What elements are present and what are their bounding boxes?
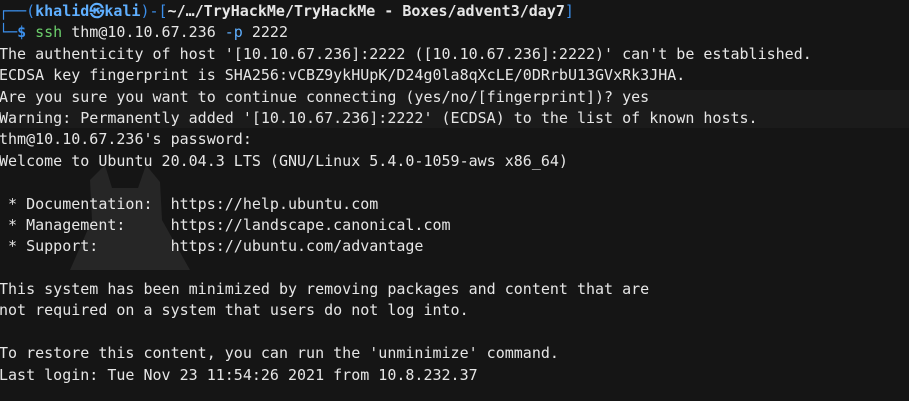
output-line: Are you sure you want to continue connec… [0, 87, 650, 106]
output-line: * Management: https://landscape.canonica… [0, 215, 451, 234]
command-port: 2222 [242, 23, 288, 42]
prompt-path: ~/…/TryHackMe/TryHackMe - Boxes/advent3/… [167, 2, 565, 20]
command-line[interactable]: └─$ ssh thm@10.10.67.236 -p 2222 [0, 22, 909, 43]
output-line: Welcome to Ubuntu 20.04.3 LTS (GNU/Linux… [0, 151, 568, 170]
prompt-user: khalid [35, 2, 90, 20]
prompt-corner-bottom: └─ [0, 23, 18, 42]
prompt-bracket-open: )-[ [140, 2, 168, 20]
output-line: To restore this content, you can run the… [0, 344, 559, 363]
output-line: * Support: https://ubuntu.com/advantage [0, 237, 424, 256]
command-flag: -p [224, 23, 243, 42]
output-line: This system has been minimized by removi… [0, 280, 650, 299]
output-line: Last login: Tue Nov 23 11:54:26 2021 fro… [0, 365, 478, 384]
prompt-host: kali [104, 2, 141, 20]
output-line: * Documentation: https://help.ubuntu.com [0, 194, 379, 213]
prompt-bracket-close: ] [564, 2, 574, 20]
prompt-at-icon: ㉿ [89, 2, 105, 20]
output-line: Warning: Permanently added '[10.10.67.23… [0, 108, 758, 127]
terminal-output: ┌──(khalid㉿kali)-[~/…/TryHackMe/TryHackM… [0, 1, 909, 386]
command-name: ssh [35, 23, 63, 42]
output-line: thm@10.10.67.236's password: [0, 130, 252, 149]
terminal-window[interactable]: ┌──(khalid㉿kali)-[~/…/TryHackMe/TryHackM… [0, 0, 909, 401]
output-line: The authenticity of host '[10.10.67.236]… [0, 44, 812, 63]
prompt-header-line: ┌──(khalid㉿kali)-[~/…/TryHackMe/TryHackM… [0, 1, 909, 22]
output-line: not required on a system that users do n… [0, 301, 469, 320]
command-args: thm@10.10.67.236 [62, 23, 225, 42]
output-line: ECDSA key fingerprint is SHA256:vCBZ9ykH… [0, 66, 686, 85]
prompt-corner-top: ┌──( [0, 2, 36, 20]
prompt-dollar: $ [17, 23, 27, 42]
